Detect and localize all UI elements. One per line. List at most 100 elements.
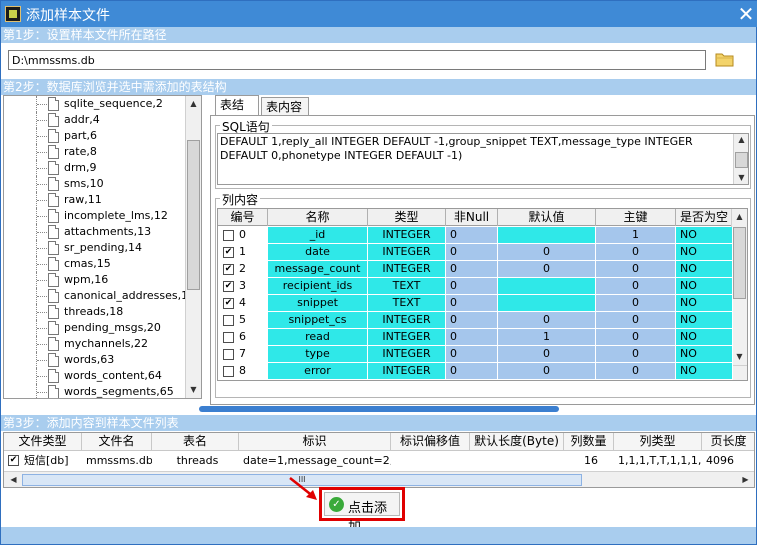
- cell-identifier: date=1,message_count=2,r...: [243, 454, 391, 467]
- column-number: 2: [239, 262, 246, 275]
- tab-content[interactable]: 表内容: [261, 97, 309, 115]
- row-checkbox[interactable]: [223, 315, 234, 326]
- progress-bar: [199, 406, 559, 412]
- table-row[interactable]: ✔ 1 date INTEGER 0 0 0 NO: [218, 244, 733, 261]
- cell-pk: 0: [596, 312, 676, 329]
- grid-vscrollbar[interactable]: ▲ ▼: [731, 209, 747, 365]
- tree-item[interactable]: words_content,64: [4, 368, 186, 384]
- scroll-down-icon[interactable]: ▼: [186, 382, 201, 398]
- list-column-header[interactable]: 标识偏移值: [391, 433, 470, 451]
- cell-pk: 0: [596, 346, 676, 363]
- scroll-down-icon[interactable]: ▼: [732, 349, 747, 365]
- tree-item[interactable]: sr_pending,14: [4, 240, 186, 256]
- tree-item[interactable]: words_segments,65: [4, 384, 186, 398]
- cell-nullable: NO: [676, 227, 733, 244]
- scroll-thumb[interactable]: [733, 227, 746, 299]
- tab-structure[interactable]: 表结构: [215, 95, 259, 130]
- tree-item[interactable]: cmas,15: [4, 256, 186, 272]
- scroll-down-icon[interactable]: ▼: [734, 172, 748, 184]
- grid-column-header[interactable]: 类型: [368, 209, 446, 226]
- tree-connector: [36, 368, 48, 384]
- list-column-header[interactable]: 文件类型: [4, 433, 82, 451]
- cell-nullable: NO: [676, 363, 733, 380]
- tree-item[interactable]: threads,18: [4, 304, 186, 320]
- scroll-right-icon[interactable]: ▶: [738, 472, 753, 487]
- row-checkbox[interactable]: ✔: [223, 298, 234, 309]
- row-checkbox[interactable]: [223, 349, 234, 360]
- table-row[interactable]: 5 snippet_cs INTEGER 0 0 0 NO: [218, 312, 733, 329]
- row-checkbox[interactable]: ✔: [223, 264, 234, 275]
- tree-connector: [36, 96, 48, 112]
- grid-column-header[interactable]: 编号: [218, 209, 268, 226]
- cell-default: 0: [498, 244, 596, 261]
- tree-connector: [36, 192, 48, 208]
- list-column-header[interactable]: 表名: [152, 433, 239, 451]
- scroll-left-icon[interactable]: ◀: [6, 472, 21, 487]
- cell-nullable: NO: [676, 295, 733, 312]
- list-item[interactable]: ✔ 短信[db] mmssms.db threads date=1,message_co…: [4, 452, 754, 470]
- table-row[interactable]: 0 _id INTEGER 0 1 NO: [218, 227, 733, 244]
- list-column-header[interactable]: 文件名: [82, 433, 152, 451]
- tree-item[interactable]: addr,4: [4, 112, 186, 128]
- tree-item[interactable]: attachments,13: [4, 224, 186, 240]
- scroll-thumb[interactable]: [187, 140, 200, 290]
- tree-item[interactable]: rate,8: [4, 144, 186, 160]
- add-button-highlight: ✓ 点击添加: [319, 487, 405, 535]
- grid-column-header[interactable]: 默认值: [498, 209, 596, 226]
- list-column-header[interactable]: 默认长度(Byte): [470, 433, 564, 451]
- list-column-header[interactable]: 列类型: [614, 433, 702, 451]
- sample-path-input[interactable]: [8, 50, 706, 70]
- close-icon[interactable]: ✕: [736, 4, 756, 24]
- list-row-checkbox[interactable]: ✔: [8, 455, 19, 466]
- scroll-thumb[interactable]: [735, 152, 748, 168]
- tree-item[interactable]: pending_msgs,20: [4, 320, 186, 336]
- sql-text: DEFAULT 1,reply_all INTEGER DEFAULT -1,g…: [220, 135, 693, 162]
- table-row[interactable]: ✔ 2 message_count INTEGER 0 0 0 NO: [218, 261, 733, 278]
- tree-item-label: words,63: [64, 353, 115, 366]
- tree-item[interactable]: raw,11: [4, 192, 186, 208]
- grid-column-header[interactable]: 是否为空: [676, 209, 733, 226]
- grid-column-header[interactable]: 名称: [268, 209, 368, 226]
- tree-connector: [36, 128, 48, 144]
- list-column-header[interactable]: 列数量: [564, 433, 614, 451]
- columns-grid[interactable]: 编号名称类型非Null默认值主键是否为空 ▲ ▼ ◀ III ▶ 0_idINT…: [217, 208, 748, 381]
- tree-item[interactable]: sms,10: [4, 176, 186, 192]
- row-checkbox[interactable]: [223, 332, 234, 343]
- tree-item[interactable]: part,6: [4, 128, 186, 144]
- table-row[interactable]: ✔ 4 snippet TEXT 0 0 NO: [218, 295, 733, 312]
- table-row[interactable]: ✔ 3 recipient_ids TEXT 0 0 NO: [218, 278, 733, 295]
- tree-item[interactable]: sqlite_sequence,2: [4, 96, 186, 112]
- tree-scrollbar[interactable]: ▲ ▼: [185, 96, 201, 398]
- list-column-header[interactable]: 标识: [239, 433, 391, 451]
- sql-text-box[interactable]: DEFAULT 1,reply_all INTEGER DEFAULT -1,g…: [217, 133, 749, 185]
- table-icon: [48, 225, 59, 239]
- tree-item[interactable]: incomplete_lms,12: [4, 208, 186, 224]
- row-checkbox[interactable]: [223, 366, 234, 377]
- scroll-up-icon[interactable]: ▲: [734, 134, 748, 146]
- scroll-up-icon[interactable]: ▲: [732, 209, 747, 225]
- grid-column-header[interactable]: 主键: [596, 209, 676, 226]
- list-hscrollbar[interactable]: ◀ III ▶: [4, 471, 754, 487]
- sample-file-list[interactable]: 文件类型 文件名 表名 标识 标识偏移值 默认长度(Byte) 列数量 列类型 页长度 ✔ 短信[…: [3, 432, 755, 488]
- row-checkbox[interactable]: [223, 230, 234, 241]
- row-checkbox[interactable]: ✔: [223, 281, 234, 292]
- sql-scrollbar[interactable]: ▲ ▼: [733, 134, 748, 184]
- row-checkbox[interactable]: ✔: [223, 247, 234, 258]
- cell-notnull: 0: [446, 261, 498, 278]
- tree-item[interactable]: mychannels,22: [4, 336, 186, 352]
- table-tree[interactable]: words_segments,65 words_content,64 words,6…: [3, 95, 202, 399]
- grid-column-header[interactable]: 非Null: [446, 209, 498, 226]
- tree-item[interactable]: canonical_addresses,17: [4, 288, 195, 304]
- add-button[interactable]: ✓ 点击添加: [324, 492, 400, 535]
- scroll-up-icon[interactable]: ▲: [186, 96, 201, 112]
- tree-item[interactable]: wpm,16: [4, 272, 186, 288]
- table-row[interactable]: 7 type INTEGER 0 0 0 NO: [218, 346, 733, 363]
- add-sample-file-dialog: 添加样本文件 ✕ 第1步：设置样本文件所在路径 第2步：数据库浏览并选中需添加的…: [0, 0, 757, 545]
- tree-item[interactable]: words,63: [4, 352, 186, 368]
- table-row[interactable]: 8 error INTEGER 0 0 0 NO: [218, 363, 733, 380]
- list-column-header[interactable]: 页长度: [702, 433, 754, 451]
- table-row[interactable]: 6 read INTEGER 0 1 0 NO: [218, 329, 733, 346]
- folder-icon[interactable]: [714, 49, 736, 69]
- cell-default: [498, 295, 596, 312]
- tree-item[interactable]: drm,9: [4, 160, 186, 176]
